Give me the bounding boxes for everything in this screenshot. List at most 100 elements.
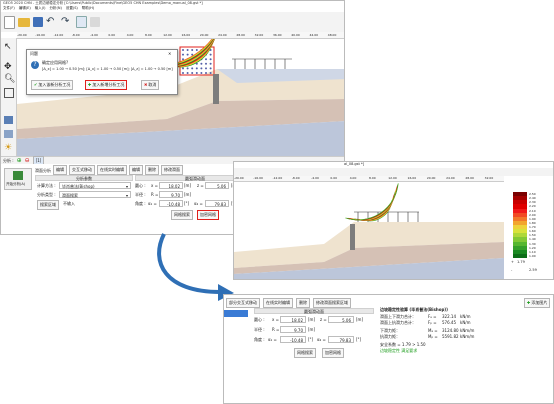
- stability-ok: 边坡稳定性 满足要求: [380, 348, 418, 353]
- panel-2: al_08.gst *] -20.00 -16.00 -12.00 -8.00 -4.0…: [233, 161, 554, 280]
- search-area-button[interactable]: 修改滑面搜索区域: [313, 298, 351, 308]
- menu-item[interactable]: 编辑(E): [19, 6, 31, 11]
- zoom-icon[interactable]: 🔍︎: [4, 75, 15, 84]
- method-dropdown-stub[interactable]: [224, 310, 248, 317]
- transition-arrow: [157, 233, 234, 301]
- add-new-analysis-button[interactable]: ✚ 加入新增分析工况: [85, 80, 128, 90]
- table-icon[interactable]: [4, 116, 13, 124]
- legend-plus: +: [511, 260, 514, 264]
- analysis-label: 分析 :: [3, 158, 14, 163]
- grid-point: [200, 67, 203, 70]
- sun-icon[interactable]: ☀: [4, 144, 12, 153]
- interactive-move-button[interactable]: 部分交互式移动: [226, 298, 260, 308]
- grid-point: [195, 72, 198, 74]
- grid-point: [209, 72, 212, 74]
- tool-icon[interactable]: [90, 17, 100, 27]
- ruler-tick: 16.00: [407, 176, 417, 181]
- pointer-icon[interactable]: ↖: [4, 43, 12, 52]
- ruler-tick: -20.00: [17, 32, 27, 37]
- add-surface-button[interactable]: 在线实时编辑: [97, 165, 127, 175]
- new-file-icon[interactable]: [4, 15, 15, 29]
- ruler-tick: -16.00: [35, 32, 45, 37]
- ruler-tick: -16.00: [253, 176, 263, 181]
- menu-item[interactable]: 分析(N): [49, 6, 61, 11]
- legend-color-bar: [513, 192, 527, 258]
- center-x-field[interactable]: 18.02: [159, 182, 183, 189]
- ruler-tick: 0.00: [330, 176, 338, 181]
- ruler-tick: 12.00: [163, 32, 172, 37]
- ruler-tick: 28.00: [236, 32, 245, 37]
- dialog-close-icon[interactable]: ✕: [168, 51, 171, 56]
- dialog-question: 确定应用网格?: [42, 60, 69, 65]
- grid-point: [200, 72, 203, 74]
- angle-a2-field[interactable]: 79.83: [205, 200, 229, 207]
- grid-point: [191, 53, 194, 56]
- ruler-tick: 4.00: [126, 32, 134, 37]
- delete-surface-button[interactable]: 删除: [145, 165, 159, 175]
- interactive-move-button[interactable]: 交互式移动: [69, 165, 95, 175]
- refine-grid-button[interactable]: 加密网格: [197, 210, 219, 220]
- cancel-button[interactable]: ✖ 取消: [141, 80, 160, 90]
- analysis-type-dropdown[interactable]: 滑面搜索 ▾: [59, 191, 131, 198]
- grid-point: [209, 58, 212, 61]
- ruler-tick: -20.00: [234, 176, 244, 181]
- angle-a1-field[interactable]: -10.48: [280, 336, 306, 343]
- undo-icon[interactable]: ↶: [46, 17, 58, 27]
- ruler-tick: 32.00: [484, 176, 494, 181]
- legend-max-value: 2.59: [529, 268, 537, 272]
- angle-a1-field[interactable]: -10.48: [159, 200, 183, 207]
- slope-canvas-2[interactable]: [234, 182, 504, 279]
- ruler-tick: 12.00: [388, 176, 397, 181]
- menu-item[interactable]: 设置(S): [66, 6, 78, 11]
- remove-analysis-icon[interactable]: ⊖: [25, 157, 30, 164]
- search-region-button[interactable]: 搜索区域: [37, 200, 59, 210]
- grid-point: [205, 67, 207, 70]
- surface-tabs: 滑面分析 编辑 交互式移动 在线实时编辑 编辑 删除 修改滑面: [35, 165, 183, 175]
- method-dropdown[interactable]: 毕肖普法(Bishop) ▾: [59, 182, 131, 189]
- grid-search-button[interactable]: 网格搜索: [294, 348, 316, 358]
- delete-surface-button[interactable]: 删除: [296, 298, 310, 308]
- ruler-tick: -4.00: [311, 176, 319, 181]
- grid-point: [209, 67, 212, 70]
- center-x-field[interactable]: 18.02: [280, 316, 306, 323]
- add-analysis-icon[interactable]: ⊕: [17, 157, 22, 164]
- center-z-field[interactable]: 5.06: [328, 316, 354, 323]
- grid-point: [182, 67, 184, 70]
- angle-a2-field[interactable]: 79.83: [328, 336, 354, 343]
- menu-item[interactable]: 帮助(H): [82, 6, 94, 11]
- radius-field[interactable]: 9.70: [280, 326, 306, 333]
- add-to-current-analysis-button[interactable]: ✔ 加入该新分析工况: [31, 80, 74, 90]
- left-toolbar: ↖ ✥ 🔍︎ ☀: [1, 38, 17, 158]
- search-area-button[interactable]: 修改滑面: [161, 165, 183, 175]
- center-z-field[interactable]: 5.06: [205, 182, 229, 189]
- layers-icon[interactable]: [4, 130, 13, 138]
- ruler-tick: 16.00: [181, 32, 191, 37]
- redo-icon[interactable]: ↷: [61, 17, 73, 27]
- toolbar-2: [234, 168, 553, 176]
- grid-point: [186, 49, 189, 51]
- analysis-run-icon: [13, 171, 23, 180]
- copy-icon[interactable]: [76, 16, 87, 28]
- dialog-title: 问题: [30, 51, 38, 56]
- ruler-tick: 24.00: [218, 32, 227, 37]
- add-surface-button[interactable]: 在线实时编辑: [263, 298, 293, 308]
- menu-item[interactable]: 文件(F): [3, 6, 15, 11]
- move-icon[interactable]: ✥: [4, 63, 12, 72]
- menu-item[interactable]: 输入(I): [35, 6, 46, 11]
- method-select[interactable]: 编辑: [53, 165, 67, 175]
- grid-point: [209, 53, 212, 56]
- edit-surface-button[interactable]: 编辑: [129, 165, 143, 175]
- ruler-tick: 8.00: [144, 32, 152, 37]
- refine-grid-button[interactable]: 加密网格: [322, 348, 344, 358]
- radius-field[interactable]: 9.70: [159, 191, 183, 198]
- start-analysis-button[interactable]: 开始分析(A): [4, 168, 32, 190]
- grid-point: [205, 72, 207, 74]
- open-folder-icon[interactable]: [18, 17, 30, 27]
- save-icon[interactable]: [33, 17, 43, 27]
- panel-3: 部分交互式移动 在线实时编辑 删除 修改滑面搜索区域 ✚ 添加图片 圆弧滑动面 圆…: [223, 294, 554, 404]
- grid-search-button[interactable]: 网格搜索: [171, 210, 193, 220]
- ruler-tick: 44.00: [309, 32, 319, 37]
- grid-point: [186, 67, 189, 70]
- grid-point: [186, 72, 189, 74]
- fit-view-icon[interactable]: [4, 88, 14, 98]
